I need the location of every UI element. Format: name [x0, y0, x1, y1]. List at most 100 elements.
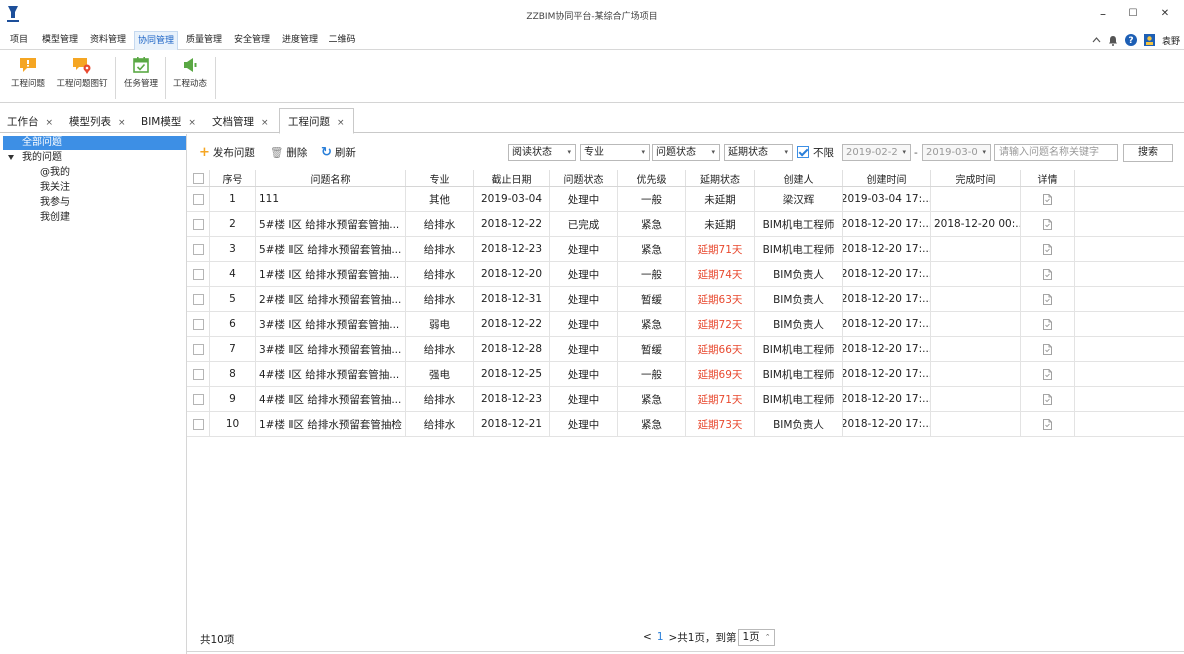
tab-close-icon[interactable]: × — [261, 118, 269, 128]
cell-name[interactable]: 1#楼 Ⅱ区 给排水预留套管抽检 — [256, 412, 406, 436]
cell-name[interactable]: 111 — [256, 187, 406, 211]
delay-status-select[interactable]: 延期状态 ▾ — [724, 144, 793, 161]
row-checkbox[interactable] — [192, 243, 204, 255]
issue-status-select[interactable]: 问题状态 ▾ — [652, 144, 720, 161]
detail-document-icon[interactable] — [1043, 343, 1052, 355]
ribbon-engineering-issue-button[interactable]: 工程问题 — [8, 56, 48, 89]
delete-button[interactable]: 🗑 删除 — [270, 146, 307, 160]
tree-node-created-by-me[interactable]: 我创建 — [40, 211, 70, 225]
row-checkbox[interactable] — [192, 318, 204, 330]
header-priority[interactable]: 优先级 — [618, 170, 686, 186]
cell-name[interactable]: 3#楼 Ⅰ区 给排水预留套管抽... — [256, 312, 406, 336]
cell-name[interactable]: 5#楼 Ⅰ区 给排水预留套管抽... — [256, 212, 406, 236]
row-checkbox[interactable] — [192, 343, 204, 355]
table-row[interactable]: 2 5#楼 Ⅰ区 给排水预留套管抽... 给排水 2018-12-22 已完成 紧急 未延期… — [187, 212, 1184, 237]
cell-name[interactable]: 2#楼 Ⅱ区 给排水预留套管抽... — [256, 287, 406, 311]
row-select[interactable] — [187, 312, 210, 336]
row-checkbox[interactable] — [192, 418, 204, 430]
table-row[interactable]: 10 1#楼 Ⅱ区 给排水预留套管抽检 给排水 2018-12-21 处理中 紧急 延期73… — [187, 412, 1184, 437]
detail-document-icon[interactable] — [1043, 318, 1052, 330]
header-status[interactable]: 问题状态 — [550, 170, 618, 186]
cell-detail[interactable] — [1021, 237, 1075, 261]
ribbon-issue-pin-button[interactable]: 工程问题图钉 — [54, 56, 110, 89]
row-select[interactable] — [187, 262, 210, 286]
cell-detail[interactable] — [1021, 362, 1075, 386]
bell-icon[interactable] — [1108, 35, 1118, 46]
menu-collaboration[interactable]: 协同管理 — [134, 31, 178, 50]
tab-document-management[interactable]: 文档管理 × — [212, 112, 269, 133]
tree-node-participating[interactable]: 我参与 — [40, 196, 70, 210]
header-due-date[interactable]: 截止日期 — [474, 170, 550, 186]
menu-data-management[interactable]: 资料管理 — [86, 31, 130, 50]
select-all-checkbox[interactable] — [192, 172, 204, 184]
header-discipline[interactable]: 专业 — [406, 170, 474, 186]
detail-document-icon[interactable] — [1043, 368, 1052, 380]
menu-model-management[interactable]: 模型管理 — [38, 31, 82, 50]
cell-detail[interactable] — [1021, 337, 1075, 361]
tree-node-all-issues[interactable]: 全部问题 — [3, 136, 186, 150]
row-select[interactable] — [187, 237, 210, 261]
table-row[interactable]: 8 4#楼 Ⅰ区 给排水预留套管抽... 强电 2018-12-25 处理中 一般 延期69… — [187, 362, 1184, 387]
tab-model-list[interactable]: 模型列表 × — [69, 112, 126, 133]
ribbon-task-management-button[interactable]: 任务管理 — [121, 56, 161, 89]
tab-bim-model[interactable]: BIM模型 × — [141, 112, 196, 133]
tab-close-icon[interactable]: × — [337, 118, 345, 128]
row-checkbox[interactable] — [192, 393, 204, 405]
table-row[interactable]: 7 3#楼 Ⅱ区 给排水预留套管抽... 给排水 2018-12-28 处理中 暂缓 延期6… — [187, 337, 1184, 362]
header-creator[interactable]: 创建人 — [755, 170, 843, 186]
detail-document-icon[interactable] — [1043, 193, 1052, 205]
page-jump-select[interactable]: 1页 ⌃ — [738, 628, 775, 646]
row-select[interactable] — [187, 412, 210, 436]
unlimited-checkbox[interactable] — [797, 146, 809, 158]
cell-detail[interactable] — [1021, 412, 1075, 436]
header-name[interactable]: 问题名称 — [256, 170, 406, 186]
cell-detail[interactable] — [1021, 287, 1075, 311]
detail-document-icon[interactable] — [1043, 243, 1052, 255]
cell-name[interactable]: 4#楼 Ⅱ区 给排水预留套管抽... — [256, 387, 406, 411]
tab-close-icon[interactable]: × — [118, 118, 126, 128]
refresh-button[interactable]: ↻ 刷新 — [321, 146, 356, 160]
table-row[interactable]: 3 5#楼 Ⅱ区 给排水预留套管抽... 给排水 2018-12-23 处理中 紧急 延期7… — [187, 237, 1184, 262]
cell-detail[interactable] — [1021, 262, 1075, 286]
menu-schedule[interactable]: 进度管理 — [278, 31, 322, 50]
search-button[interactable]: 搜索 — [1123, 144, 1173, 162]
menu-qrcode[interactable]: 二维码 — [325, 31, 359, 50]
menu-safety[interactable]: 安全管理 — [230, 31, 274, 50]
header-created-time[interactable]: 创建时间 — [843, 170, 931, 186]
cell-name[interactable]: 1#楼 Ⅰ区 给排水预留套管抽... — [256, 262, 406, 286]
row-select[interactable] — [187, 212, 210, 236]
avatar[interactable] — [1143, 34, 1155, 46]
table-row[interactable]: 5 2#楼 Ⅱ区 给排水预留套管抽... 给排水 2018-12-31 处理中 暂缓 延期6… — [187, 287, 1184, 312]
row-checkbox[interactable] — [192, 193, 204, 205]
ribbon-engineering-news-button[interactable]: 工程动态 — [170, 56, 210, 89]
header-detail[interactable]: 详情 — [1021, 170, 1075, 186]
row-select[interactable] — [187, 287, 210, 311]
issue-search-input[interactable]: 请输入问题名称关键字 — [994, 144, 1118, 161]
detail-document-icon[interactable] — [1043, 218, 1052, 230]
header-no[interactable]: 序号 — [210, 170, 256, 186]
detail-document-icon[interactable] — [1043, 268, 1052, 280]
row-checkbox[interactable] — [192, 218, 204, 230]
header-delay[interactable]: 延期状态 — [686, 170, 755, 186]
tree-expand-icon[interactable] — [8, 155, 14, 160]
row-select[interactable] — [187, 337, 210, 361]
page-number[interactable]: 1 — [657, 631, 664, 643]
detail-document-icon[interactable] — [1043, 293, 1052, 305]
collapse-ribbon-icon[interactable] — [1092, 36, 1101, 44]
detail-document-icon[interactable] — [1043, 418, 1052, 430]
row-checkbox[interactable] — [192, 368, 204, 380]
read-status-select[interactable]: 阅读状态 ▾ — [508, 144, 576, 161]
header-finished-time[interactable]: 完成时间 — [931, 170, 1021, 186]
tab-close-icon[interactable]: × — [46, 118, 54, 128]
table-row[interactable]: 9 4#楼 Ⅱ区 给排水预留套管抽... 给排水 2018-12-23 处理中 紧急 延期7… — [187, 387, 1184, 412]
user-name[interactable]: 袁野 — [1162, 34, 1180, 47]
header-select-all[interactable] — [187, 170, 210, 186]
maximize-button[interactable]: ☐ — [1118, 4, 1148, 24]
close-button[interactable]: ✕ — [1150, 4, 1180, 24]
cell-name[interactable]: 4#楼 Ⅰ区 给排水预留套管抽... — [256, 362, 406, 386]
discipline-select[interactable]: 专业 ▾ — [580, 144, 650, 161]
cell-name[interactable]: 5#楼 Ⅱ区 给排水预留套管抽... — [256, 237, 406, 261]
tab-engineering-issues[interactable]: 工程问题 × — [279, 108, 354, 134]
publish-issue-button[interactable]: + 发布问题 — [199, 146, 255, 160]
tree-node-following[interactable]: 我关注 — [40, 181, 70, 195]
